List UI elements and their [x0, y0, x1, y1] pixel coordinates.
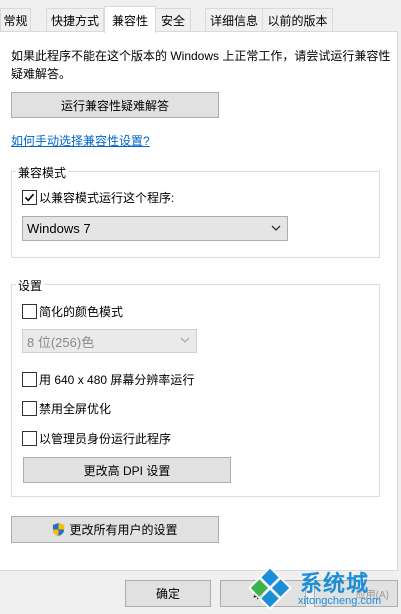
- run-troubleshooter-label: 运行兼容性疑难解答: [60, 98, 169, 113]
- checkmark-icon: [24, 193, 35, 202]
- ok-button[interactable]: 确定: [125, 580, 211, 607]
- disable-fullscreen-checkbox[interactable]: [22, 401, 37, 416]
- color-depth-value: 8 位(256)色: [27, 334, 95, 350]
- change-all-users-button[interactable]: 更改所有用户的设置: [11, 516, 219, 543]
- resolution-640-label: 用 640 x 480 屏幕分辨率运行: [39, 373, 195, 387]
- tab-shortcut[interactable]: 快捷方式: [46, 8, 104, 32]
- tab-label: 安全: [160, 14, 185, 28]
- settings-title: 设置: [16, 277, 45, 294]
- compat-mode-group: [11, 171, 380, 258]
- uac-shield-icon: [53, 523, 65, 536]
- tab-label: 以前的版本: [267, 14, 328, 28]
- tab-security[interactable]: 安全: [155, 8, 191, 32]
- watermark-logo: 系统城 xitongcheng.com: [246, 562, 401, 614]
- change-dpi-label: 更改高 DPI 设置: [83, 463, 171, 478]
- compat-mode-title: 兼容模式: [16, 164, 69, 181]
- tab-label: 详细信息: [209, 14, 258, 28]
- tab-label: 快捷方式: [50, 14, 99, 28]
- reduced-color-checkbox[interactable]: [22, 304, 37, 319]
- tab-compatibility[interactable]: 兼容性: [104, 6, 156, 33]
- tab-details[interactable]: 详细信息: [205, 8, 263, 32]
- tab-previous-versions[interactable]: 以前的版本: [262, 8, 333, 32]
- watermark-domain: xitongcheng.com: [298, 595, 382, 607]
- compat-mode-checkbox[interactable]: [22, 190, 37, 205]
- chevron-down-icon: [180, 337, 190, 343]
- color-depth-select[interactable]: 8 位(256)色: [22, 329, 197, 353]
- chevron-down-icon: [271, 225, 281, 231]
- compat-mode-checkbox-label: 以兼容模式运行这个程序:: [39, 191, 175, 205]
- watermark-diamond-icon: [247, 565, 293, 611]
- manual-settings-link[interactable]: 如何手动选择兼容性设置?: [11, 132, 150, 149]
- tab-general[interactable]: 常规: [0, 8, 31, 32]
- run-troubleshooter-button[interactable]: 运行兼容性疑难解答: [11, 92, 219, 118]
- resolution-640-checkbox[interactable]: [22, 372, 37, 387]
- ok-label: 确定: [155, 587, 180, 601]
- change-all-users-label: 更改所有用户的设置: [69, 523, 178, 537]
- tab-label: 常规: [3, 14, 28, 28]
- disable-fullscreen-label: 禁用全屏优化: [39, 402, 112, 416]
- intro-text: 如果此程序不能在这个版本的 Windows 上正常工作，请尝试运行兼容性疑难解答…: [11, 49, 391, 81]
- os-version-value: Windows 7: [27, 221, 91, 236]
- tab-strip: 常规 快捷方式 兼容性 安全 详细信息 以前的版本: [0, 0, 401, 33]
- run-as-admin-checkbox[interactable]: [22, 431, 37, 446]
- watermark-brand: 系统城: [300, 571, 370, 596]
- tab-label: 兼容性: [111, 13, 148, 28]
- change-dpi-button[interactable]: 更改高 DPI 设置: [23, 457, 231, 483]
- run-as-admin-label: 以管理员身份运行此程序: [39, 432, 172, 446]
- reduced-color-label: 简化的颜色模式: [39, 305, 124, 319]
- os-version-select[interactable]: Windows 7: [22, 216, 288, 241]
